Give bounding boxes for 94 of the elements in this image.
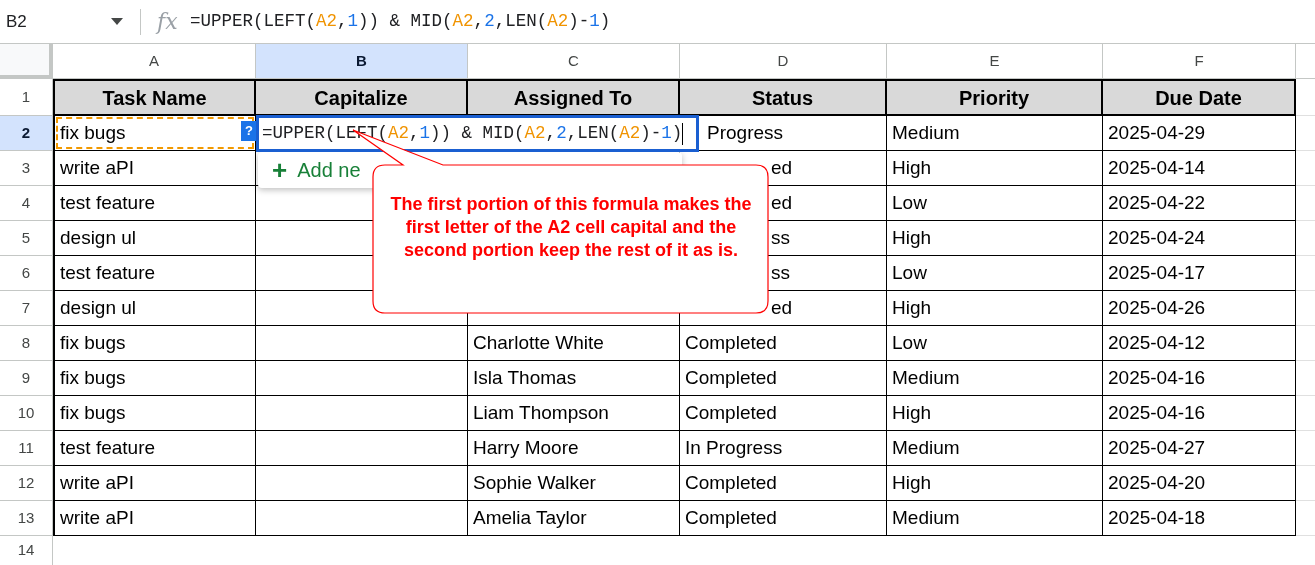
row-header[interactable]: 13: [0, 501, 53, 536]
row-header[interactable]: 6: [0, 256, 53, 291]
cell-text: Amelia Taylor: [473, 505, 587, 530]
cell-text: 2025-04-22: [1108, 190, 1206, 215]
cell-text: Completed: [685, 470, 777, 495]
cell-text: ss: [771, 260, 790, 285]
cell-text: 2025-04-16: [1108, 365, 1206, 390]
cell-text: Low: [892, 190, 927, 215]
column-header[interactable]: B: [256, 44, 468, 79]
row-header[interactable]: 1: [0, 79, 53, 116]
cell-text: fix bugs: [60, 365, 126, 390]
cell-text: Medium: [892, 120, 960, 145]
cell-text: High: [892, 400, 932, 425]
cell-text: High: [892, 155, 932, 180]
callout-text: The first portion of this formula makes the first letter of the A2 cell capital and the second portion keep the rest of it as is.: [389, 193, 753, 262]
column-title: Task Name: [102, 85, 207, 111]
row-header[interactable]: 9: [0, 361, 53, 396]
hint-badge[interactable]: ?: [241, 121, 257, 141]
caret-icon[interactable]: [111, 18, 123, 25]
column-header[interactable]: E: [887, 44, 1103, 79]
column-header[interactable]: F: [1103, 44, 1296, 79]
row-header[interactable]: 12: [0, 466, 53, 501]
cell-text: Completed: [685, 505, 777, 530]
column-title: Due Date: [1155, 85, 1242, 111]
suggestion-label: Add ne: [297, 158, 361, 183]
cell-text: ed: [771, 295, 793, 320]
cell-text: High: [892, 470, 932, 495]
cell-text: Medium: [892, 505, 960, 530]
add-icon: +: [272, 157, 288, 183]
empty-cell[interactable]: [256, 501, 468, 536]
cell-text: Low: [892, 330, 927, 355]
formula-text[interactable]: =UPPER(LEFT(A2,1)) & MID(A2,2,LEN(A2)-1): [190, 8, 611, 35]
cell-text: Liam Thompson: [473, 400, 609, 425]
cell-text: Medium: [892, 365, 960, 390]
cell-text: write aPI: [60, 470, 134, 495]
empty-cell[interactable]: [256, 396, 468, 431]
column-title: Priority: [959, 85, 1029, 111]
column-header[interactable]: C: [468, 44, 680, 79]
cell-text: 2025-04-27: [1108, 435, 1206, 460]
cell-text: 2025-04-18: [1108, 505, 1206, 530]
cell-text: Completed: [685, 330, 777, 355]
cell-text: fix bugs: [60, 120, 126, 145]
row-header[interactable]: 5: [0, 221, 53, 256]
column-title: Status: [751, 85, 814, 111]
row-header[interactable]: 10: [0, 396, 53, 431]
cell-text: 2025-04-24: [1108, 225, 1206, 250]
cell-text: Isla Thomas: [473, 365, 577, 390]
empty-cell[interactable]: [256, 326, 468, 361]
empty-cell[interactable]: [256, 361, 468, 396]
row-header[interactable]: 8: [0, 326, 53, 361]
row-header[interactable]: 14: [0, 536, 53, 565]
cell-text: write aPI: [60, 505, 134, 530]
cell-text: ed: [771, 155, 793, 180]
row-header[interactable]: 3: [0, 151, 53, 186]
cell-text: fix bugs: [60, 400, 126, 425]
cell-text: 2025-04-17: [1108, 260, 1206, 285]
cell-text: Medium: [892, 435, 960, 460]
cell-text: Harry Moore: [473, 435, 579, 460]
cell-text: 2025-04-12: [1108, 330, 1206, 355]
cell-text: design ul: [60, 295, 137, 320]
cell-text: 2025-04-16: [1108, 400, 1206, 425]
column-header[interactable]: A: [53, 44, 256, 79]
cell-text: High: [892, 295, 932, 320]
cell-text: test feature: [60, 260, 156, 285]
cell-text: 2025-04-26: [1108, 295, 1206, 320]
cell-text: 2025-04-14: [1108, 155, 1206, 180]
cell-text: fix bugs: [60, 330, 126, 355]
row-header[interactable]: 4: [0, 186, 53, 221]
empty-cell[interactable]: [256, 431, 468, 466]
cell-text: design ul: [60, 225, 137, 250]
cell-text: Completed: [685, 365, 777, 390]
cell-text: 2025-04-20: [1108, 470, 1206, 495]
row-header[interactable]: 7: [0, 291, 53, 326]
row-header[interactable]: 2: [0, 116, 53, 151]
cell-text: High: [892, 225, 932, 250]
column-title: Assigned To: [513, 85, 633, 111]
cell-text: Completed: [685, 400, 777, 425]
empty-cell[interactable]: [256, 466, 468, 501]
cell-text: In Progress: [685, 435, 783, 460]
row-header[interactable]: 11: [0, 431, 53, 466]
cell-text: test feature: [60, 190, 156, 215]
cell-text: test feature: [60, 435, 156, 460]
cell-text: Charlotte White: [473, 330, 604, 355]
cell-text: 2025-04-29: [1108, 120, 1206, 145]
cell-text: Low: [892, 260, 927, 285]
cell-text: ss: [771, 225, 790, 250]
name-box[interactable]: B2: [0, 8, 105, 35]
column-header[interactable]: D: [680, 44, 887, 79]
column-title: Capitalize: [314, 85, 408, 111]
cell-text: Sophie Walker: [473, 470, 596, 495]
cell-text: write aPI: [60, 155, 134, 180]
cell-text: ed: [771, 190, 793, 215]
function-label: fx: [157, 8, 179, 36]
cell-text: Progress: [707, 120, 784, 145]
